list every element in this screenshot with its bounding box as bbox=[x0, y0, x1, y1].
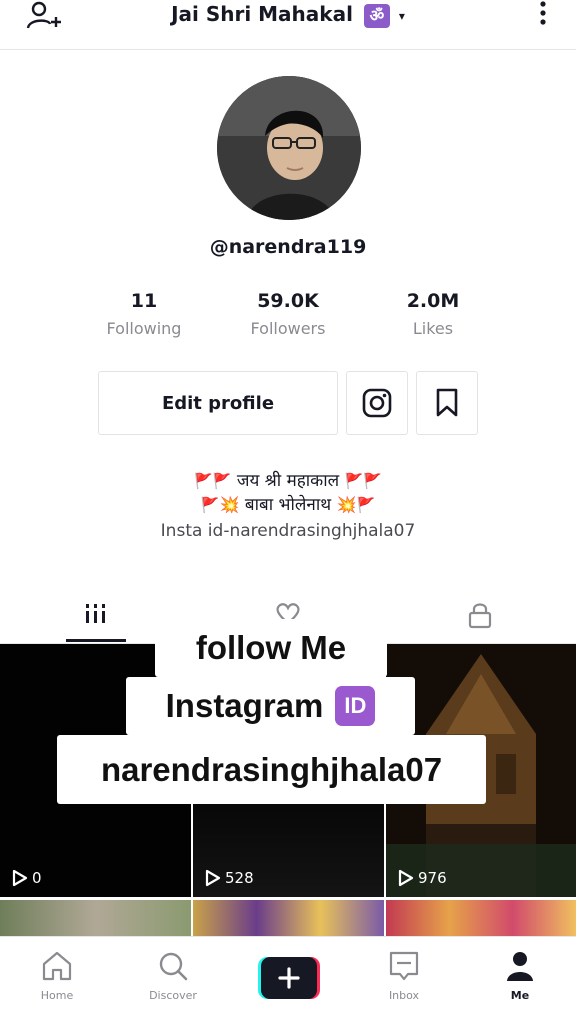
create-button[interactable] bbox=[258, 957, 320, 999]
overlay-caption-text: Instagram bbox=[165, 687, 324, 724]
video-thumbnail[interactable] bbox=[0, 900, 191, 936]
grid-icon bbox=[86, 604, 105, 623]
following-stat[interactable]: 11 Following bbox=[79, 288, 209, 344]
bio-line-3: Insta id-narendrasinghjhala07 bbox=[160, 521, 416, 541]
view-count-text: 528 bbox=[225, 869, 254, 887]
bio-text-2: बाबा भोलेनाथ bbox=[244, 495, 332, 515]
burst-icon: 💥 bbox=[336, 495, 357, 514]
followers-count: 59.0K bbox=[257, 290, 319, 312]
flag-icon: 🚩🚩 bbox=[344, 472, 382, 490]
view-count-text: 0 bbox=[32, 869, 42, 887]
likes-count: 2.0M bbox=[406, 290, 460, 312]
plus-icon bbox=[258, 957, 320, 999]
chevron-down-icon: ▾ bbox=[398, 8, 405, 23]
following-count: 11 bbox=[130, 290, 158, 312]
bottom-nav: Home Discover Inbox Me bbox=[0, 936, 576, 1024]
tab-private[interactable] bbox=[384, 596, 576, 644]
followers-stat[interactable]: 59.0K Followers bbox=[223, 288, 353, 344]
flag-icon: 🚩 bbox=[356, 496, 376, 514]
avatar[interactable] bbox=[217, 76, 361, 220]
profile-icon bbox=[507, 952, 533, 981]
inbox-icon bbox=[389, 951, 419, 981]
view-count: 976 bbox=[398, 869, 447, 887]
overlay-caption-line-3: narendrasinghjhala07 bbox=[57, 735, 486, 804]
bio-line-2: 🚩💥 बाबा भोलेनाथ 💥🚩 bbox=[0, 492, 576, 518]
edit-profile-button[interactable]: Edit profile bbox=[98, 371, 338, 435]
burst-icon: 💥 bbox=[219, 495, 240, 514]
bio-text-1: जय श्री महाकाल bbox=[236, 471, 340, 491]
view-count-text: 976 bbox=[418, 869, 447, 887]
lock-icon bbox=[468, 603, 492, 629]
nav-home-label: Home bbox=[40, 989, 74, 1002]
nav-discover-label: Discover bbox=[149, 989, 197, 1002]
overlay-caption-line-2: Instagram ID bbox=[126, 677, 415, 735]
flag-icon: 🚩🚩 bbox=[194, 472, 232, 490]
account-switcher[interactable]: Jai Shri Mahakal ॐ ▾ bbox=[0, 0, 576, 30]
account-name: Jai Shri Mahakal bbox=[171, 2, 353, 26]
video-thumbnail[interactable] bbox=[386, 900, 576, 936]
nav-home[interactable]: Home bbox=[7, 949, 107, 1002]
view-count: 528 bbox=[205, 869, 254, 887]
more-options-icon[interactable] bbox=[538, 0, 548, 30]
top-bar: Jai Shri Mahakal ॐ ▾ bbox=[0, 0, 576, 50]
nav-me-label: Me bbox=[510, 989, 530, 1002]
likes-stat[interactable]: 2.0M Likes bbox=[368, 288, 498, 344]
bookmark-icon bbox=[436, 388, 458, 417]
followers-label: Followers bbox=[250, 319, 326, 338]
username: @narendra119 bbox=[209, 236, 367, 258]
nav-me[interactable]: Me bbox=[470, 949, 570, 1002]
id-icon: ID bbox=[335, 686, 376, 726]
search-icon bbox=[159, 952, 188, 981]
following-label: Following bbox=[106, 319, 182, 338]
instagram-icon bbox=[362, 388, 392, 418]
flag-icon: 🚩 bbox=[200, 496, 220, 514]
home-icon bbox=[42, 951, 72, 981]
nav-inbox-label: Inbox bbox=[388, 989, 420, 1002]
video-thumbnail[interactable] bbox=[193, 900, 384, 936]
nav-inbox[interactable]: Inbox bbox=[354, 949, 454, 1002]
om-icon: ॐ bbox=[363, 3, 390, 28]
active-tab-indicator bbox=[66, 639, 126, 642]
overlay-caption-line-1: follow Me bbox=[155, 619, 387, 677]
bio-line-1: 🚩🚩 जय श्री महाकाल 🚩🚩 bbox=[0, 468, 576, 494]
view-count: 0 bbox=[12, 869, 42, 887]
play-icon bbox=[205, 869, 221, 887]
nav-discover[interactable]: Discover bbox=[123, 949, 223, 1002]
favorites-button[interactable] bbox=[416, 371, 478, 435]
play-icon bbox=[12, 869, 28, 887]
likes-label: Likes bbox=[412, 319, 454, 338]
instagram-button[interactable] bbox=[346, 371, 408, 435]
play-icon bbox=[398, 869, 414, 887]
